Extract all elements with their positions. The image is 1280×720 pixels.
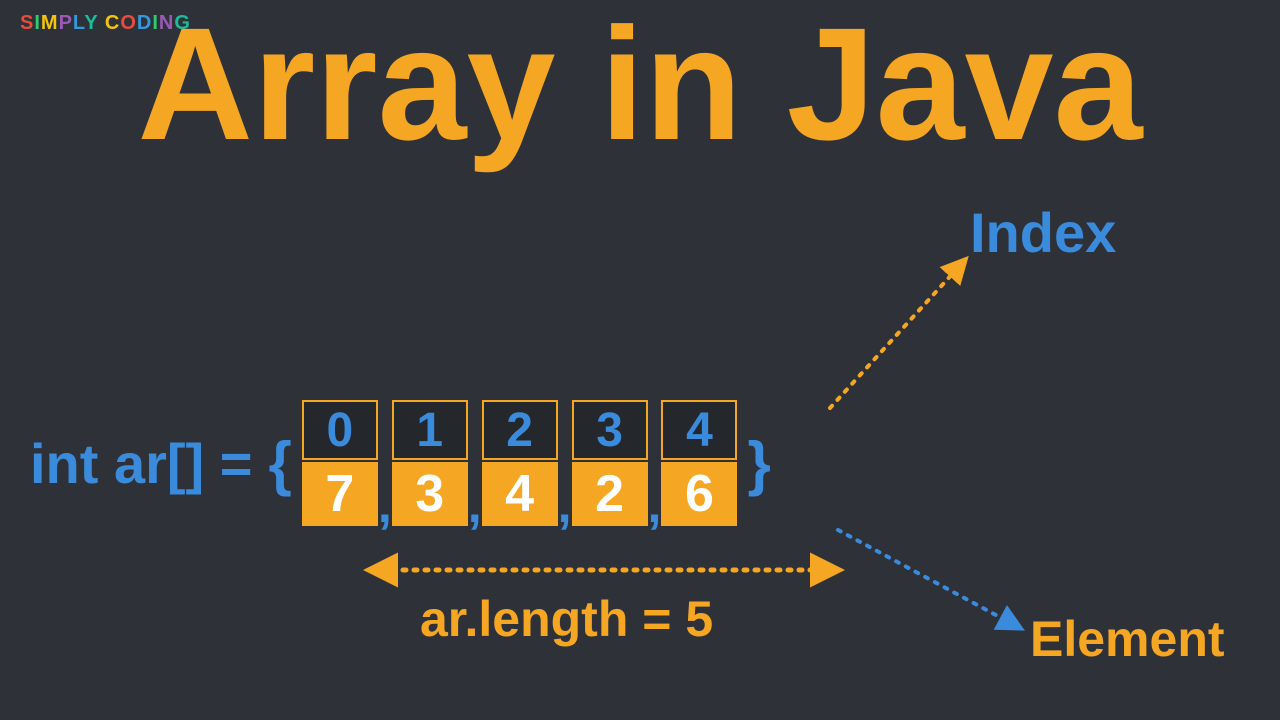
array-declaration: int ar[] = { 0 7 , 1 3 , 2 4 , 3 2 , 4 6… — [30, 400, 777, 526]
index-label: Index — [970, 200, 1116, 265]
brace-close: } — [747, 429, 770, 498]
length-label: ar.length = 5 — [420, 590, 713, 648]
value-box: 6 — [661, 462, 737, 526]
decl-prefix: int ar[] = — [30, 431, 252, 496]
value-box: 4 — [482, 462, 558, 526]
brace-open: { — [268, 429, 291, 498]
element-label: Element — [1030, 610, 1225, 668]
index-box: 3 — [572, 400, 648, 460]
value-box: 7 — [302, 462, 378, 526]
value-box: 3 — [392, 462, 468, 526]
index-box: 2 — [482, 400, 558, 460]
arrow-to-element — [838, 530, 1020, 628]
value-box: 2 — [572, 462, 648, 526]
index-box: 4 — [661, 400, 737, 460]
page-title: Array in Java — [0, 0, 1280, 168]
index-box: 0 — [302, 400, 378, 460]
arrow-to-index — [830, 260, 965, 408]
index-box: 1 — [392, 400, 468, 460]
array-cells: 0 7 , 1 3 , 2 4 , 3 2 , 4 6 — [298, 400, 742, 526]
